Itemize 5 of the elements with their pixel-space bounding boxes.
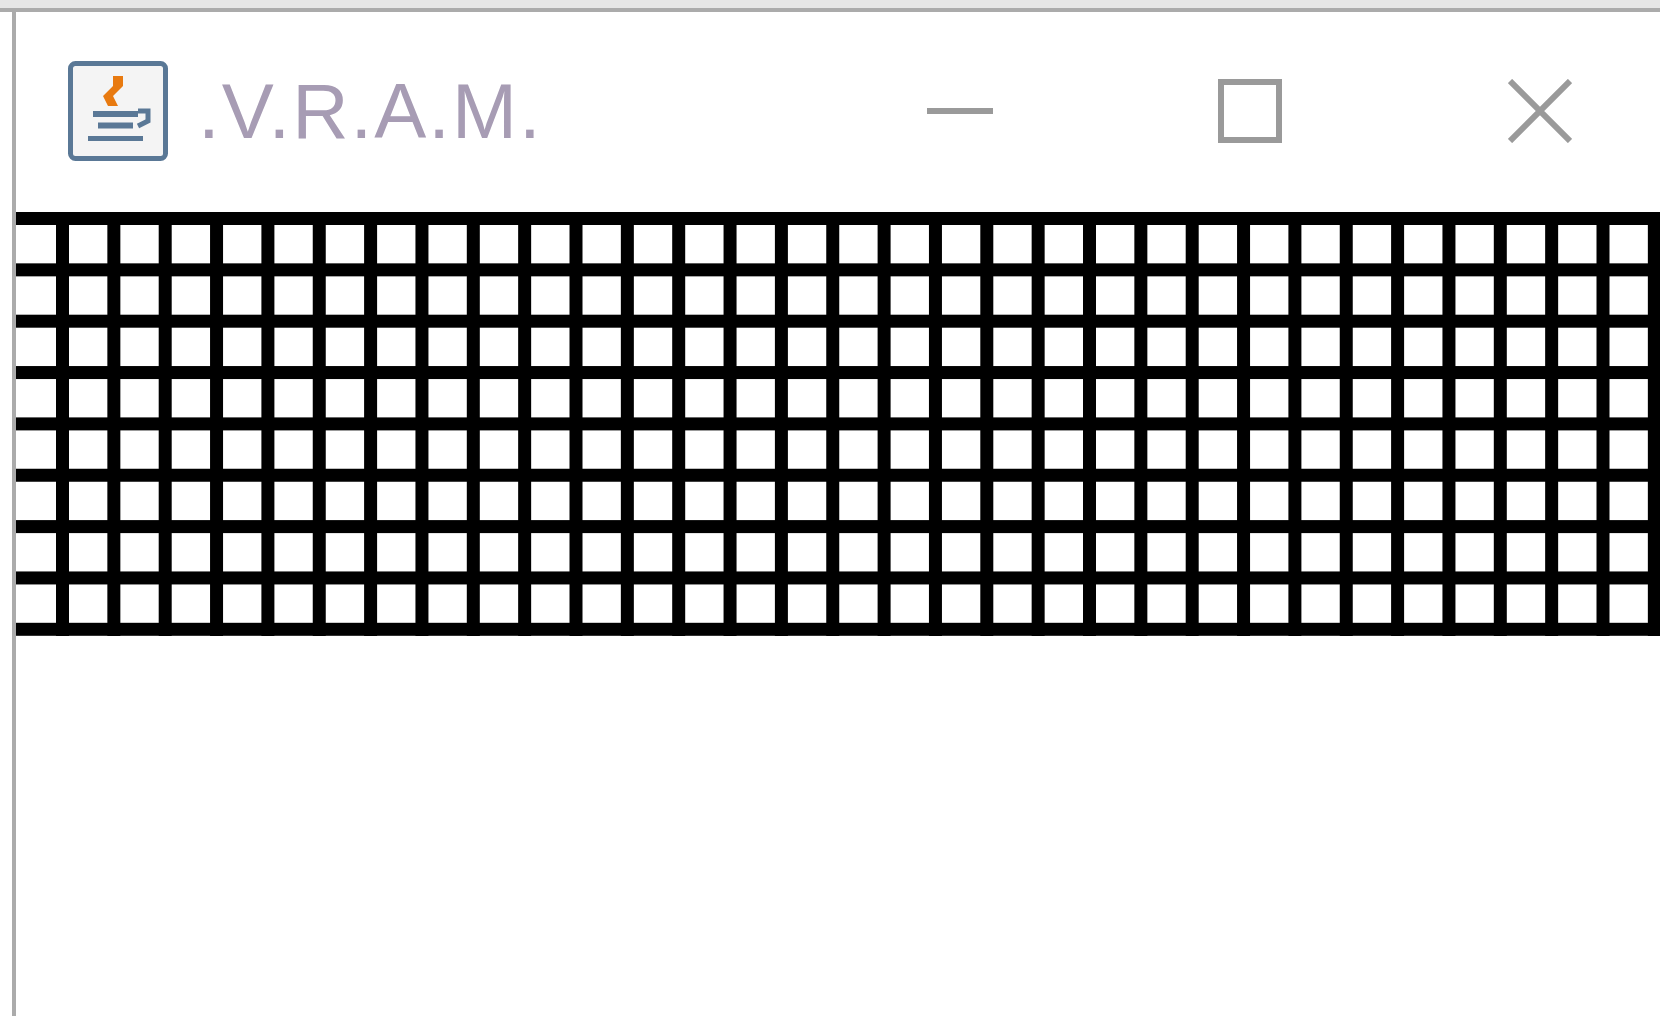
minimize-icon — [927, 108, 993, 114]
coffee-cup-icon — [68, 61, 168, 161]
window-title: .V.R.A.M. — [198, 72, 543, 150]
close-icon — [1508, 79, 1572, 143]
maximize-icon — [1218, 79, 1282, 143]
